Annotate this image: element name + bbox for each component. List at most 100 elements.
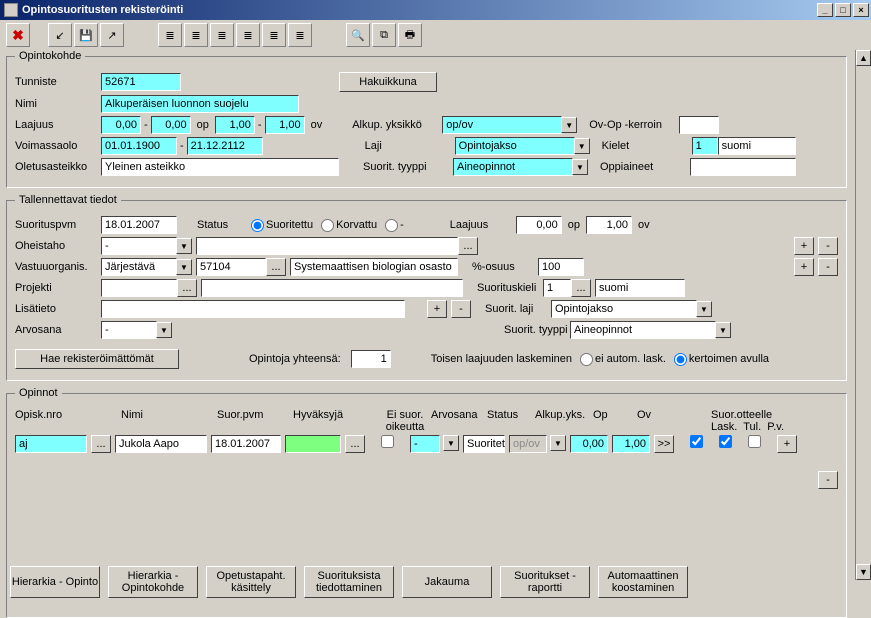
eisuor-check[interactable] — [381, 435, 394, 448]
voimassaolo-from[interactable]: 01.01.1900 — [101, 137, 177, 155]
vastuuorg-code[interactable]: 57104 — [196, 258, 266, 276]
scroll-up-icon[interactable]: ▲ — [856, 50, 871, 66]
laajuus-2b[interactable]: 1,00 — [265, 116, 305, 134]
minus-button[interactable]: - — [451, 300, 471, 318]
projekti-ext[interactable] — [201, 279, 463, 297]
row-suorpvm[interactable]: 18.01.2007 — [211, 435, 281, 453]
posuus-field[interactable]: 100 — [538, 258, 584, 276]
status-korvattu-radio[interactable] — [321, 219, 334, 232]
row-hyvaksyja[interactable] — [285, 435, 341, 453]
dots-button[interactable]: ... — [266, 258, 286, 276]
lask-check[interactable] — [690, 435, 703, 448]
status-suoritettu-radio[interactable] — [251, 219, 264, 232]
automaattinen-button[interactable]: Automaattinen koostaminen — [598, 566, 688, 598]
tool-nav-3[interactable]: ≣ — [210, 23, 234, 47]
tool-3[interactable]: ↗ — [100, 23, 124, 47]
alkupyksikko-field[interactable]: op/ov — [442, 116, 562, 134]
kieli-name[interactable]: suomi — [718, 137, 796, 155]
dropdown-icon[interactable]: ▼ — [715, 322, 731, 338]
opisk-field[interactable]: aj — [15, 435, 87, 453]
vastuuorg-name[interactable]: Systemaattisen biologian osasto — [290, 258, 458, 276]
arvosana-field[interactable]: - — [101, 321, 157, 339]
oletusasteikko-field[interactable]: Yleinen asteikko — [101, 158, 339, 176]
nimi-field[interactable]: Alkuperäisen luonnon suojelu — [101, 95, 299, 113]
pv-check[interactable] — [748, 435, 761, 448]
search-button[interactable]: 🔍 — [346, 23, 370, 47]
oppiaineet-field[interactable] — [690, 158, 796, 176]
row-arvosana[interactable]: - — [410, 435, 440, 453]
dots-button[interactable]: ... — [91, 435, 111, 453]
row-status[interactable]: Suoritet — [463, 435, 505, 453]
tunniste-field[interactable]: 52671 — [101, 73, 181, 91]
laji-field[interactable]: Opintojakso — [455, 137, 575, 155]
plus-button[interactable]: + — [777, 435, 797, 453]
tool-nav-4[interactable]: ≣ — [236, 23, 260, 47]
tool-copy[interactable]: ⧉ — [372, 23, 396, 47]
kertoim-radio[interactable] — [674, 353, 687, 366]
laajuus-ov-field[interactable]: 1,00 — [586, 216, 632, 234]
plus-button[interactable]: + — [794, 258, 814, 276]
suorittyyppi-field[interactable]: Aineopinnot — [453, 158, 573, 176]
close-button[interactable]: × — [853, 3, 869, 17]
vertical-scrollbar[interactable]: ▲ ▼ — [855, 50, 871, 580]
dropdown-icon[interactable]: ▼ — [574, 138, 590, 154]
minus-button[interactable]: - — [818, 237, 838, 255]
dots-button[interactable]: ... — [345, 435, 365, 453]
dropdown-icon[interactable]: ▼ — [176, 238, 192, 254]
row-nimi[interactable]: Jukola Aapo — [115, 435, 207, 453]
suorituksista-button[interactable]: Suorituksista tiedottaminen — [304, 566, 394, 598]
kieli-nro[interactable]: 1 — [692, 137, 718, 155]
hierarkia-opinto-button[interactable]: Hierarkia - Opinto — [10, 566, 100, 598]
dropdown-icon[interactable]: ▼ — [176, 259, 192, 275]
tool-nav-1[interactable]: ≣ — [158, 23, 182, 47]
status-dash-radio[interactable] — [385, 219, 398, 232]
more-button[interactable]: >> — [654, 435, 674, 453]
kieli-nro2[interactable]: 1 — [543, 279, 571, 297]
jakauma-button[interactable]: Jakauma — [402, 566, 492, 598]
kieli-name2[interactable]: suomi — [595, 279, 685, 297]
suorituspvm-field[interactable]: 18.01.2007 — [101, 216, 177, 234]
maximize-button[interactable]: □ — [835, 3, 851, 17]
opetustapaht-button[interactable]: Opetustapaht. käsittely — [206, 566, 296, 598]
cancel-button[interactable]: ✖ — [6, 23, 30, 47]
dots-button[interactable]: ... — [458, 237, 478, 255]
vastuuorg-field[interactable]: Järjestävä — [101, 258, 177, 276]
projekti-field[interactable] — [101, 279, 177, 297]
oheistaho-ext[interactable] — [196, 237, 458, 255]
eiautom-radio[interactable] — [580, 353, 593, 366]
dropdown-icon[interactable]: ▼ — [443, 435, 459, 451]
oheistaho-field[interactable]: - — [101, 237, 177, 255]
suoritlaji-field[interactable]: Opintojakso — [551, 300, 697, 318]
lisatieto-field[interactable] — [101, 300, 405, 318]
suorittyyppi-field2[interactable]: Aineopinnot — [570, 321, 716, 339]
laajuus-1a[interactable]: 0,00 — [101, 116, 141, 134]
laajuus-op-field[interactable]: 0,00 — [516, 216, 562, 234]
dropdown-icon[interactable]: ▼ — [156, 322, 172, 338]
dots-button[interactable]: ... — [571, 279, 591, 297]
dropdown-icon[interactable]: ▼ — [561, 117, 577, 133]
print-button[interactable]: 🖶 — [398, 23, 422, 47]
row-op[interactable]: 0,00 — [570, 435, 608, 453]
voimassaolo-to[interactable]: 21.12.2112 — [187, 137, 263, 155]
opintoja-field[interactable]: 1 — [351, 350, 391, 368]
minus-button[interactable]: - — [818, 258, 838, 276]
plus-button[interactable]: + — [794, 237, 814, 255]
kerroin-field[interactable] — [679, 116, 719, 134]
hae-rekisteroimattomat-button[interactable]: Hae rekisteröimättömät — [15, 349, 179, 369]
tul-check[interactable] — [719, 435, 732, 448]
hakuikkuna-button[interactable]: Hakuikkuna — [339, 72, 437, 92]
row-ov[interactable]: 1,00 — [612, 435, 650, 453]
save-button[interactable]: 💾 — [74, 23, 98, 47]
tool-nav-5[interactable]: ≣ — [262, 23, 286, 47]
dropdown-icon[interactable]: ▼ — [550, 435, 566, 451]
tool-1[interactable]: ↙ — [48, 23, 72, 47]
laajuus-1b[interactable]: 0,00 — [151, 116, 191, 134]
dropdown-icon[interactable]: ▼ — [696, 301, 712, 317]
minimize-button[interactable]: _ — [817, 3, 833, 17]
dots-button[interactable]: ... — [177, 279, 197, 297]
tool-nav-6[interactable]: ≣ — [288, 23, 312, 47]
dropdown-icon[interactable]: ▼ — [572, 159, 588, 175]
laajuus-2a[interactable]: 1,00 — [215, 116, 255, 134]
minus-button[interactable]: - — [818, 471, 838, 489]
tool-nav-2[interactable]: ≣ — [184, 23, 208, 47]
